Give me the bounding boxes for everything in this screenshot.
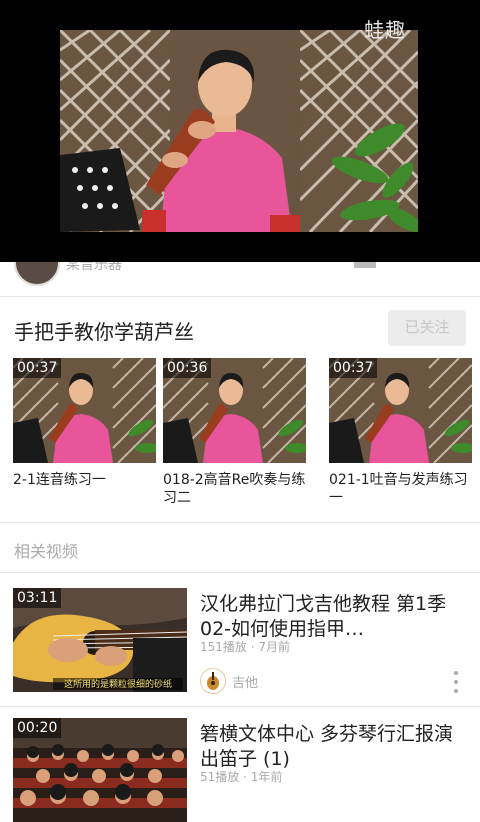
video-frame[interactable] [60,30,418,232]
playlist-thumbnail[interactable]: 00:37 [13,358,156,463]
related-video-item[interactable]: 这所用的是颗粒很细的砂纸 03:11 汉化弗拉门戈吉他教程 第1季02-如何使用… [0,588,480,698]
playlist-item[interactable]: 00:36 018-2高音Re吹奏与练习二 [163,358,306,507]
watermark-logo: 蛙趣 [364,18,406,42]
duration-badge: 00:36 [163,358,212,378]
more-vertical-icon[interactable] [446,668,466,696]
duration-badge: 00:20 [13,718,62,738]
section-divider [0,572,480,573]
duration-badge: 00:37 [13,358,62,378]
related-video-meta: 51播放 · 1年前 [200,768,282,785]
channel-avatar[interactable] [14,262,60,286]
playlist-item[interactable]: 00:37 021-1吐音与发声练习一 [329,358,472,507]
playlist-item-title[interactable]: 018-2高音Re吹奏与练习二 [163,471,306,507]
video-still-image [60,30,418,232]
playlist-item-title[interactable]: 2-1连音练习一 [13,471,156,507]
channel-name: 某音乐器 [66,262,122,273]
guitar-avatar-icon [201,669,225,693]
video-player[interactable]: 蛙趣 [0,0,480,262]
view-count: 51播放 [200,770,240,784]
playlist-item[interactable]: 00:37 2-1连音练习一 [13,358,156,507]
publish-age: 7月前 [258,640,291,654]
meta-separator: · [243,770,251,784]
section-divider [0,522,480,523]
playlist-title: 手把手教你学葫芦丝 [14,320,194,344]
related-videos-heading: 相关视频 [14,542,79,561]
related-video-channel[interactable]: 吉他 [200,668,258,694]
playlist-item-title[interactable]: 021-1吐音与发声练习一 [329,471,472,507]
publish-age: 1年前 [250,770,283,784]
follow-button[interactable]: 已关注 [388,310,466,346]
channel-action-icon[interactable] [354,262,376,268]
playlist-carousel[interactable]: 00:37 2-1连音练习一 00:36 018-2高音Re吹奏与练习二 00:… [13,358,480,508]
playlist-thumbnail[interactable]: 00:37 [329,358,472,463]
related-video-title[interactable]: 箬横文体中心 多芬琴行汇报演出笛子 (1) [200,722,470,772]
channel-avatar[interactable] [200,668,226,694]
related-video-meta: 151播放 · 7月前 [200,638,290,655]
related-video-thumbnail[interactable]: 00:20 [13,718,187,822]
related-video-item[interactable]: 00:20 箬横文体中心 多芬琴行汇报演出笛子 (1) 51播放 · 1年前 [0,718,480,822]
duration-badge: 00:37 [329,358,378,378]
duration-badge: 03:11 [13,588,62,608]
related-video-thumbnail[interactable]: 这所用的是颗粒很细的砂纸 03:11 [13,588,187,692]
video-subtitle-text: 这所用的是颗粒很细的砂纸 [64,678,172,690]
view-count: 151播放 [200,640,247,654]
related-video-title[interactable]: 汉化弗拉门戈吉他教程 第1季02-如何使用指甲… [200,592,470,642]
channel-name[interactable]: 吉他 [232,672,258,691]
playlist-thumbnail[interactable]: 00:36 [163,358,306,463]
section-divider [0,706,480,707]
channel-row[interactable]: 某音乐器 [0,262,480,297]
